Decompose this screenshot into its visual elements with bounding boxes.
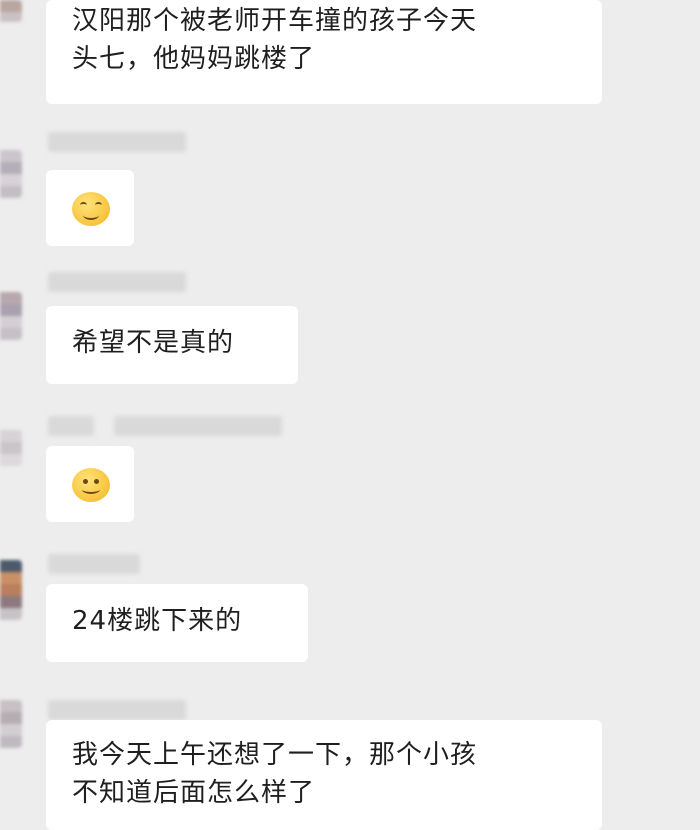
message-bubble[interactable]: 汉阳那个被老师开车撞的孩子今天 头七，他妈妈跳楼了: [46, 0, 602, 104]
message-bubble[interactable]: 希望不是真的: [46, 306, 298, 384]
message-text-line: 头七，他妈妈跳楼了: [72, 44, 316, 74]
avatar[interactable]: [0, 0, 22, 22]
smiling-face-emoji-icon: [72, 468, 110, 502]
sender-name-blurred: [48, 700, 186, 720]
sender-name-blurred: [48, 272, 186, 292]
grinning-face-emoji-icon: [72, 192, 110, 226]
message-bubble[interactable]: 24楼跳下来的: [46, 584, 308, 662]
message-text: 希望不是真的: [72, 328, 235, 358]
sender-name-blurred: [48, 416, 94, 436]
message-text-line: 我今天上午还想了一下，那个小孩: [72, 740, 478, 770]
avatar[interactable]: [0, 560, 22, 620]
sender-name-blurred: [48, 554, 140, 574]
avatar[interactable]: [0, 292, 22, 340]
message-text-line: 汉阳那个被老师开车撞的孩子今天: [72, 6, 478, 36]
sender-name-blurred: [48, 132, 186, 152]
message-text: 24楼跳下来的: [72, 606, 243, 636]
message-bubble[interactable]: 我今天上午还想了一下，那个小孩 不知道后面怎么样了: [46, 720, 602, 830]
sender-name-blurred: [114, 416, 282, 436]
avatar[interactable]: [0, 150, 22, 198]
emoji-bubble[interactable]: [46, 170, 134, 246]
message-text-line: 不知道后面怎么样了: [72, 778, 316, 808]
chat-thread: 汉阳那个被老师开车撞的孩子今天 头七，他妈妈跳楼了 希望不是真的 24楼跳下来的…: [0, 0, 700, 830]
avatar[interactable]: [0, 700, 22, 748]
emoji-bubble[interactable]: [46, 446, 134, 522]
avatar[interactable]: [0, 430, 22, 466]
